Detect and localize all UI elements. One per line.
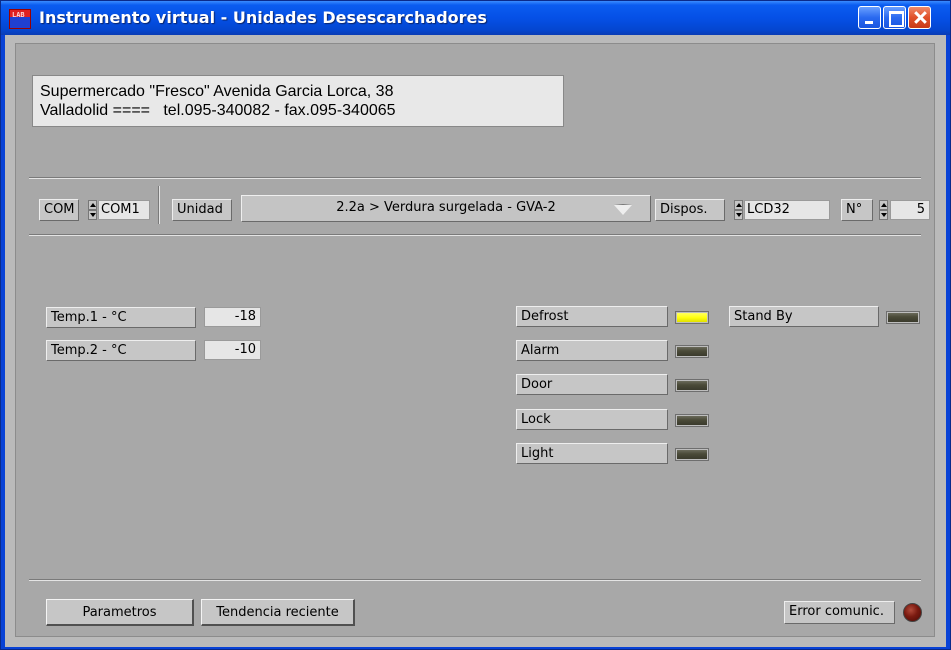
alarm-led	[676, 346, 708, 357]
dispos-spinner-icon[interactable]	[734, 200, 743, 220]
store-info-line1: Supermercado "Fresco" Avenida Garcia Lor…	[40, 83, 394, 100]
minimize-icon[interactable]	[858, 6, 881, 29]
divider-footer	[29, 579, 921, 581]
separator-1	[158, 186, 160, 224]
dropdown-arrow-icon[interactable]	[614, 204, 632, 215]
error-led	[903, 603, 922, 622]
unidad-value: 2.2a > Verdura surgelada - GVA-2	[336, 200, 556, 215]
n-label: N°	[841, 199, 873, 221]
store-info-box: Supermercado "Fresco" Avenida Garcia Lor…	[32, 75, 564, 127]
window-title: Instrumento virtual - Unidades Desescarc…	[39, 8, 487, 27]
app-icon[interactable]: LAB	[9, 9, 31, 29]
standby-led	[887, 312, 919, 323]
temp2-value: -10	[204, 340, 261, 360]
unidad-label: Unidad	[172, 199, 232, 221]
light-label: Light	[516, 443, 668, 464]
n-spinner-icon[interactable]	[879, 200, 888, 220]
title-bar[interactable]: LAB Instrumento virtual - Unidades Deses…	[1, 1, 950, 35]
light-led	[676, 449, 708, 460]
store-info-line2: Valladolid ==== tel.095-340082 - fax.095…	[40, 102, 396, 119]
maximize-icon[interactable]	[883, 6, 906, 29]
dispos-label: Dispos.	[655, 199, 725, 221]
n-field[interactable]: 5	[890, 200, 930, 220]
door-label: Door	[516, 374, 668, 395]
com-field[interactable]: COM1	[98, 200, 150, 220]
defrost-led	[676, 312, 708, 323]
parametros-button[interactable]: Parametros	[46, 599, 194, 626]
temp1-label: Temp.1 - °C	[46, 307, 196, 328]
divider-config	[29, 234, 921, 236]
com-spinner-icon[interactable]	[88, 200, 97, 220]
door-led	[676, 380, 708, 391]
unidad-dropdown[interactable]: 2.2a > Verdura surgelada - GVA-2	[241, 195, 651, 222]
lock-label: Lock	[516, 409, 668, 430]
dispos-field[interactable]: LCD32	[744, 200, 830, 220]
app-window: LAB Instrumento virtual - Unidades Deses…	[0, 0, 951, 650]
standby-label: Stand By	[729, 306, 879, 327]
error-label: Error comunic.	[784, 601, 895, 624]
lock-led	[676, 415, 708, 426]
alarm-label: Alarm	[516, 340, 668, 361]
divider-top	[29, 177, 921, 179]
temp1-value: -18	[204, 307, 261, 327]
tendencia-button[interactable]: Tendencia reciente	[201, 599, 355, 626]
defrost-label: Defrost	[516, 306, 668, 327]
close-icon[interactable]	[908, 6, 931, 29]
app-icon-text: LAB	[12, 11, 25, 19]
temp2-label: Temp.2 - °C	[46, 340, 196, 361]
client-area: Supermercado "Fresco" Avenida Garcia Lor…	[5, 35, 946, 647]
com-label: COM	[39, 199, 79, 221]
